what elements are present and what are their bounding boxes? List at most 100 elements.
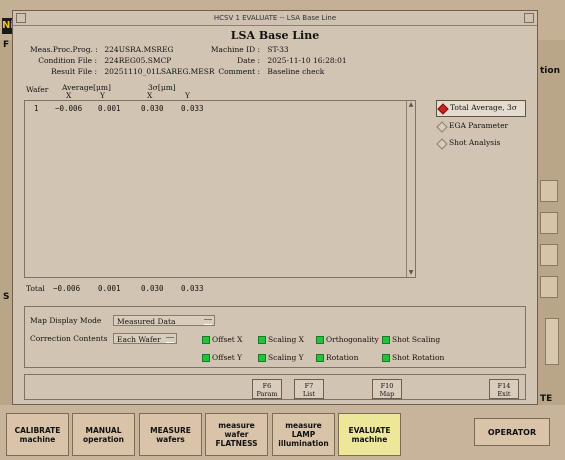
f7-list-button[interactable]: F7 List — [294, 379, 324, 399]
correction-contents-dropdown[interactable]: Each Wafer — [113, 333, 177, 344]
check-offset-x[interactable]: Offset X — [202, 335, 243, 344]
check-rotation[interactable]: Rotation — [316, 353, 358, 362]
map-display-mode-label: Map Display Mode — [30, 316, 102, 325]
radio-shot-analysis[interactable]: Shot Analysis — [436, 136, 526, 151]
correction-contents-value: Each Wafer — [117, 335, 161, 344]
radio-shot-analysis-label: Shot Analysis — [449, 138, 501, 147]
cell-sigma-y: 0.033 — [181, 104, 204, 113]
f7-key: F7 — [304, 382, 314, 390]
correction-contents-label: Correction Contents — [30, 334, 108, 343]
background-scrollbar[interactable] — [545, 318, 559, 365]
evaluate-machine-button[interactable]: EVALUATE machine — [338, 413, 401, 456]
manual-operation-button[interactable]: MANUAL operation — [72, 413, 135, 456]
col-sigma-x-header: X — [147, 91, 153, 100]
measure-flatness-button[interactable]: measure wafer FLATNESS — [205, 413, 268, 456]
check-shot-scaling-label: Shot Scaling — [392, 335, 441, 344]
machine-id-value: ST-33 — [267, 45, 289, 54]
results-table[interactable] — [24, 100, 416, 278]
machine-id-label: Machine ID : — [210, 45, 260, 54]
measure-flatness-label: measure wafer FLATNESS — [215, 421, 258, 448]
checked-box-icon — [316, 354, 324, 362]
condition-file-value: 224REG05.SMCP — [104, 56, 172, 65]
manual-operation-label: MANUAL operation — [82, 425, 124, 444]
f10-map-button[interactable]: F10 Map — [372, 379, 402, 399]
left-pane-background — [0, 40, 12, 405]
f7-label: List — [302, 390, 316, 398]
check-offset-y-label: Offset Y — [212, 353, 243, 362]
f10-key: F10 — [380, 382, 394, 390]
evaluate-machine-label: EVALUATE machine — [348, 425, 391, 444]
f14-label: Exit — [497, 390, 511, 398]
radio-ega-parameter-label: EGA Parameter — [449, 121, 509, 130]
radio-unselected-icon — [436, 138, 448, 150]
f14-exit-button[interactable]: F14 Exit — [489, 379, 519, 399]
dialog-heading: LSA Base Line — [230, 29, 320, 42]
scroll-up-icon[interactable]: ▲ — [408, 101, 414, 108]
window-menu-icon[interactable] — [16, 13, 26, 23]
check-orthogonality[interactable]: Orthogonality — [316, 335, 379, 344]
background-side-button[interactable] — [540, 180, 558, 202]
col-wafer-header: Wafer — [26, 85, 49, 94]
check-offset-y[interactable]: Offset Y — [202, 353, 242, 362]
f6-key: F6 — [262, 382, 272, 390]
result-file-value: 20251110_01LSAREG.MESR — [104, 67, 215, 76]
dialog-titlebar[interactable]: HCSV 1 EVALUATE -- LSA Base Line — [13, 11, 537, 26]
cell-wafer: 1 — [34, 104, 39, 113]
table-row[interactable]: 1 −0.006 0.001 0.030 0.033 — [24, 104, 404, 115]
total-avg-y: 0.001 — [98, 284, 121, 293]
map-display-mode-dropdown[interactable]: Measured Data — [113, 315, 215, 326]
comment-value: Baseline check — [267, 67, 325, 76]
check-scaling-x[interactable]: Scaling X — [258, 335, 304, 344]
check-shot-rotation[interactable]: Shot Rotation — [382, 353, 444, 362]
checked-box-icon — [202, 354, 210, 362]
check-rotation-label: Rotation — [326, 353, 359, 362]
measure-wafers-button[interactable]: MEASURE wafers — [139, 413, 202, 456]
date-value: 2025-11-10 16:28:01 — [267, 56, 347, 65]
total-avg-x: −0.006 — [53, 284, 81, 293]
operator-button[interactable]: OPERATOR — [474, 418, 550, 446]
cell-avg-x: −0.006 — [55, 104, 83, 113]
background-label-fragment: tion — [540, 66, 560, 76]
checked-box-icon — [316, 336, 324, 344]
check-scaling-x-label: Scaling X — [268, 335, 304, 344]
condition-file-label: Condition File : — [38, 56, 97, 65]
total-sigma-x: 0.030 — [141, 284, 164, 293]
map-display-mode-value: Measured Data — [117, 317, 176, 326]
radio-total-average-label: Total Average, 3σ — [450, 103, 517, 112]
background-label-fragment: F — [3, 40, 10, 50]
f10-label: Map — [379, 390, 395, 398]
meas-prog-label: Meas.Proc.Prog. : — [30, 45, 98, 54]
totals-row: Total −0.006 0.001 0.030 0.033 — [26, 284, 406, 295]
check-scaling-y[interactable]: Scaling Y — [258, 353, 304, 362]
calibrate-machine-label: CALIBRATE machine — [14, 425, 61, 444]
checked-box-icon — [258, 354, 266, 362]
checked-box-icon — [382, 336, 390, 344]
radio-ega-parameter[interactable]: EGA Parameter — [436, 119, 526, 134]
dropdown-indicator-icon — [204, 319, 212, 325]
f14-key: F14 — [497, 382, 511, 390]
background-side-button[interactable] — [540, 276, 558, 298]
window-maximize-icon[interactable] — [524, 13, 534, 23]
total-label: Total — [26, 284, 45, 293]
checked-box-icon — [382, 354, 390, 362]
check-shot-scaling[interactable]: Shot Scaling — [382, 335, 440, 344]
background-label-fragment: S — [3, 292, 10, 302]
operator-label: OPERATOR — [487, 427, 537, 437]
cell-avg-y: 0.001 — [98, 104, 121, 113]
check-offset-x-label: Offset X — [212, 335, 243, 344]
radio-total-average[interactable]: Total Average, 3σ — [436, 100, 526, 117]
measure-wafers-label: MEASURE wafers — [150, 425, 191, 444]
background-side-button[interactable] — [540, 212, 558, 234]
radio-unselected-icon — [436, 121, 448, 133]
measure-lamp-button[interactable]: measure LAMP illumination — [272, 413, 335, 456]
results-table-scrollbar[interactable]: ▲ ▼ — [406, 100, 416, 277]
check-shot-rotation-label: Shot Rotation — [392, 353, 445, 362]
scroll-down-icon[interactable]: ▼ — [408, 269, 414, 276]
f6-param-button[interactable]: F6 Param — [252, 379, 282, 399]
result-file-label: Result File : — [51, 67, 97, 76]
date-label: Date : — [237, 56, 260, 65]
calibrate-machine-button[interactable]: CALIBRATE machine — [6, 413, 69, 456]
background-label-fragment: TE — [540, 394, 553, 404]
col-avg-x-header: X — [66, 91, 72, 100]
background-side-button[interactable] — [540, 244, 558, 266]
